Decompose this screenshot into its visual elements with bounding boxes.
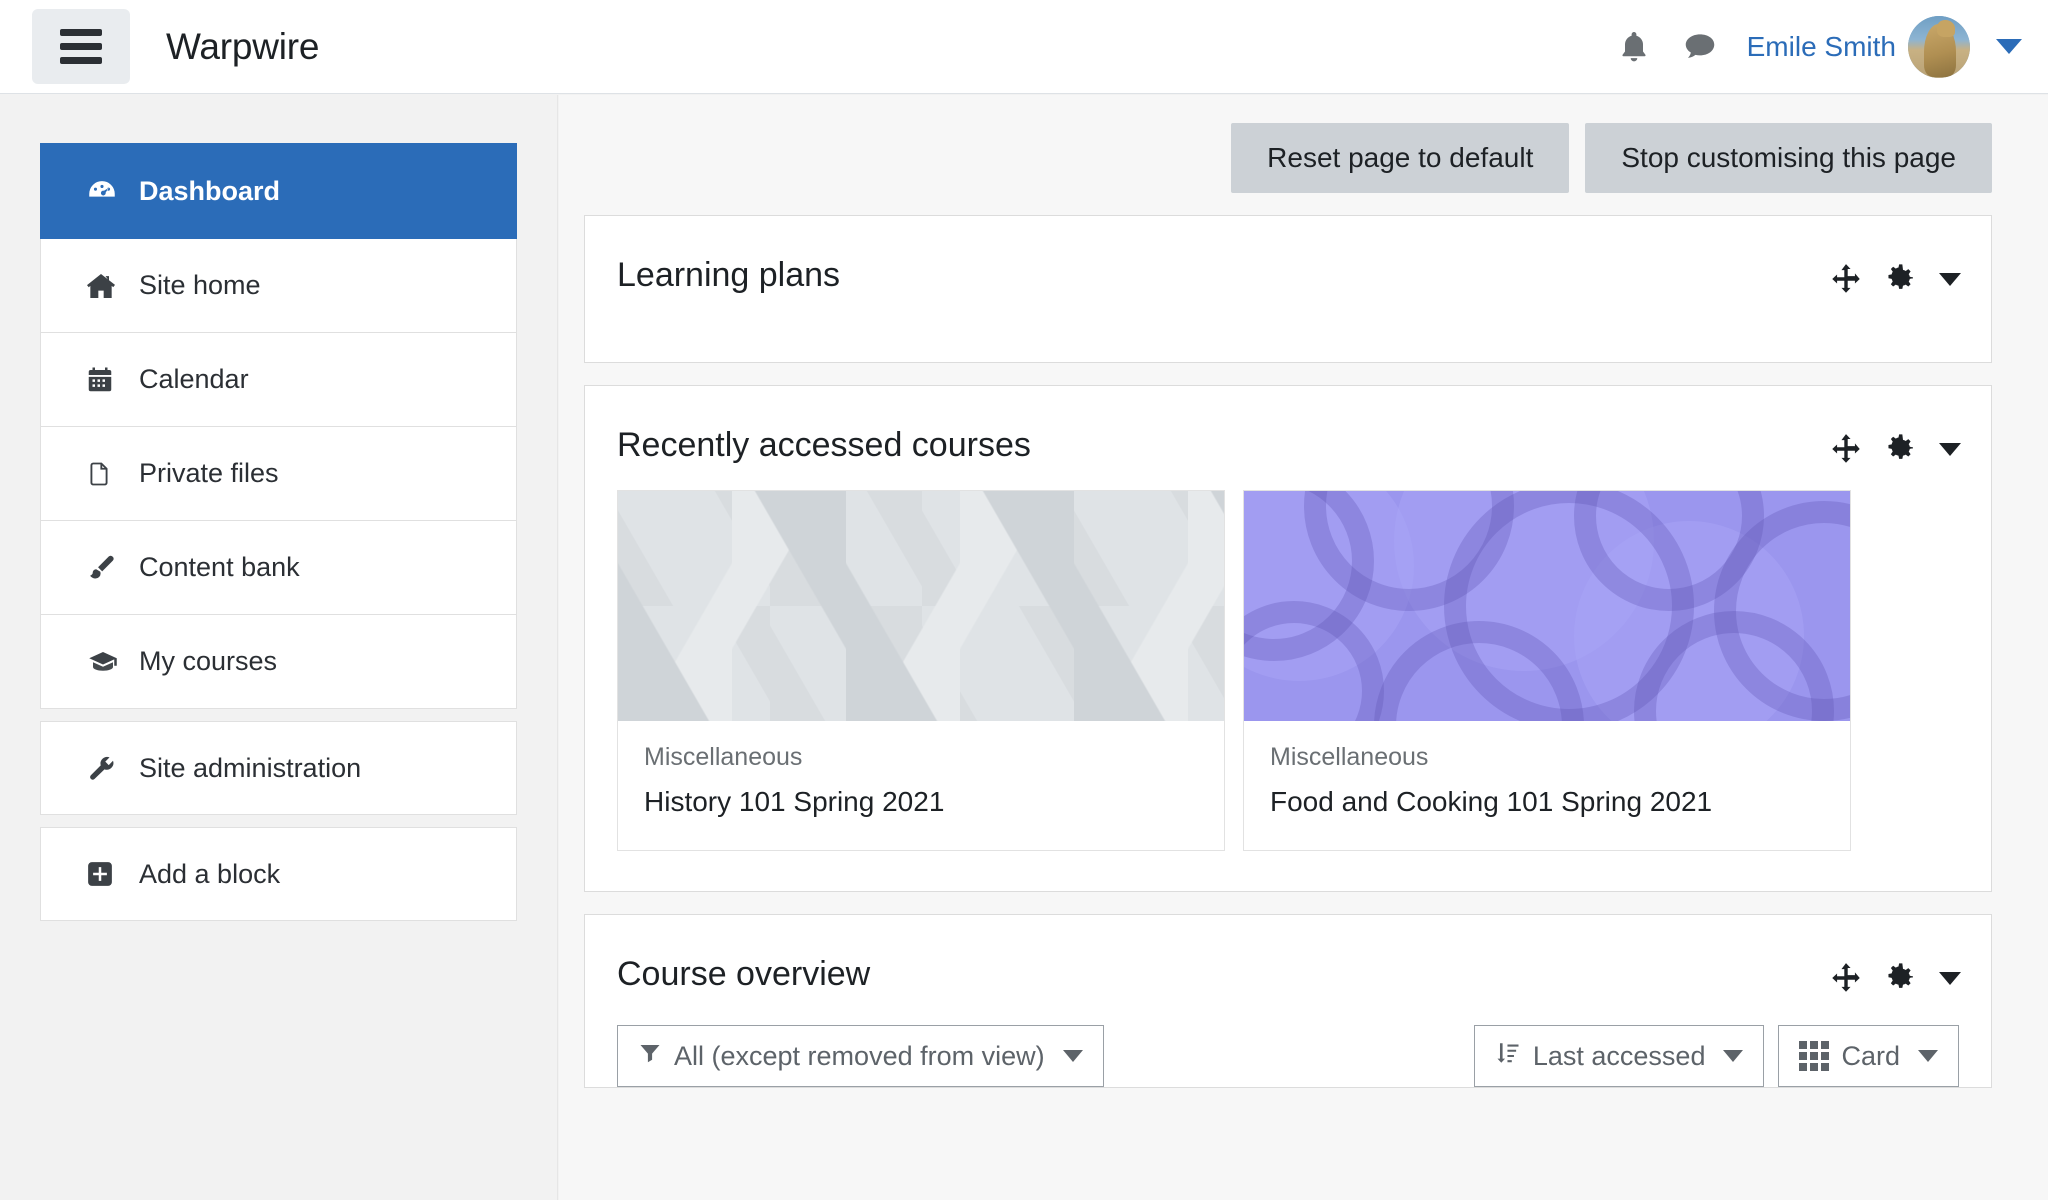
sidebar-item-add-a-block[interactable]: Add a block	[40, 827, 517, 921]
course-category: Miscellaneous	[1270, 743, 1824, 772]
page-customise-actions: Reset page to default Stop customising t…	[559, 95, 2048, 193]
navbar-right: Emile Smith	[1601, 14, 2048, 80]
paint-brush-icon	[85, 552, 129, 584]
sidebar-item-label: Content bank	[139, 552, 300, 583]
course-filter-label: All (except removed from view)	[674, 1041, 1045, 1072]
sidebar-item-private-files[interactable]: Private files	[40, 427, 517, 521]
calendar-icon	[85, 364, 129, 396]
sidebar-item-site-administration[interactable]: Site administration	[40, 721, 517, 815]
sidebar-item-site-home[interactable]: Site home	[40, 239, 517, 333]
block-controls	[1829, 955, 1961, 995]
hamburger-bar	[60, 57, 102, 64]
sidebar-item-calendar[interactable]: Calendar	[40, 333, 517, 427]
filter-funnel-icon	[638, 1040, 662, 1073]
chevron-down-icon	[1918, 1050, 1938, 1062]
file-icon	[85, 457, 129, 491]
dashboard-gauge-icon	[85, 174, 129, 208]
course-card-body: Miscellaneous Food and Cooking 101 Sprin…	[1244, 721, 1850, 850]
sidebar-item-label: Private files	[139, 458, 279, 489]
sidebar-item-label: Calendar	[139, 364, 249, 395]
grid-icon	[1799, 1041, 1829, 1071]
course-card-body: Miscellaneous History 101 Spring 2021	[618, 721, 1224, 850]
course-image-grey-triangles	[618, 491, 1224, 721]
wrench-icon	[85, 752, 129, 784]
block-course-overview: Course overview	[584, 914, 1992, 1088]
chevron-down-icon	[1723, 1050, 1743, 1062]
avatar[interactable]	[1908, 16, 1970, 78]
block-title: Recently accessed courses	[617, 426, 1031, 465]
course-sort-label: Last accessed	[1533, 1041, 1706, 1072]
sort-amount-down-icon	[1495, 1039, 1521, 1074]
block-header: Learning plans	[585, 216, 1991, 296]
sidebar-item-my-courses[interactable]: My courses	[40, 615, 517, 709]
move-arrows-icon[interactable]	[1829, 262, 1863, 296]
move-arrows-icon[interactable]	[1829, 961, 1863, 995]
chevron-down-icon[interactable]	[1939, 972, 1961, 985]
course-overview-controls: All (except removed from view) Last acce…	[585, 995, 1991, 1087]
block-title: Learning plans	[617, 256, 840, 295]
chevron-down-icon[interactable]	[1996, 39, 2022, 54]
message-bubble-icon[interactable]	[1667, 14, 1733, 80]
course-card-list: Miscellaneous History 101 Spring 2021	[585, 466, 1991, 891]
gear-icon[interactable]	[1885, 962, 1917, 994]
course-filter-dropdown[interactable]: All (except removed from view)	[617, 1025, 1104, 1087]
main-content: Reset page to default Stop customising t…	[559, 95, 2048, 1200]
sidebar-item-label: Add a block	[139, 859, 280, 890]
home-icon	[85, 270, 129, 302]
course-sort-dropdown[interactable]: Last accessed	[1474, 1025, 1765, 1087]
block-learning-plans: Learning plans	[584, 215, 1992, 363]
hamburger-bar	[60, 43, 102, 50]
gear-icon[interactable]	[1885, 433, 1917, 465]
plus-square-icon	[85, 859, 129, 889]
course-view-label: Card	[1841, 1041, 1900, 1072]
move-arrows-icon[interactable]	[1829, 432, 1863, 466]
sidebar-nav-list: Dashboard Site home Calendar	[40, 143, 517, 921]
bell-icon[interactable]	[1601, 14, 1667, 80]
course-name[interactable]: History 101 Spring 2021	[644, 786, 1198, 818]
hamburger-icon[interactable]	[32, 9, 130, 84]
block-recently-accessed-courses: Recently accessed courses	[584, 385, 1992, 892]
course-view-dropdown[interactable]: Card	[1778, 1025, 1959, 1087]
chevron-down-icon[interactable]	[1939, 443, 1961, 456]
block-controls	[1829, 426, 1961, 466]
sidebar-item-label: Site home	[139, 270, 261, 301]
gear-icon[interactable]	[1885, 263, 1917, 295]
course-category: Miscellaneous	[644, 743, 1198, 772]
graduation-cap-icon	[85, 647, 129, 677]
reset-page-to-default-button[interactable]: Reset page to default	[1231, 123, 1569, 193]
sidebar-item-label: Dashboard	[139, 176, 280, 207]
avatar-animal-head	[1937, 20, 1956, 36]
course-image-purple-circles	[1244, 491, 1850, 721]
block-title: Course overview	[617, 955, 870, 994]
chevron-down-icon	[1063, 1050, 1083, 1062]
sidebar-item-content-bank[interactable]: Content bank	[40, 521, 517, 615]
course-overview-right-controls: Last accessed Card	[1474, 1025, 1959, 1087]
site-brand[interactable]: Warpwire	[166, 26, 319, 68]
user-name-link[interactable]: Emile Smith	[1747, 31, 1896, 63]
sidebar-item-dashboard[interactable]: Dashboard	[40, 143, 517, 239]
top-navbar: Warpwire Emile Smith	[0, 0, 2048, 94]
course-name[interactable]: Food and Cooking 101 Spring 2021	[1270, 786, 1824, 818]
sidebar-drawer: Dashboard Site home Calendar	[0, 95, 558, 1200]
stop-customising-this-page-button[interactable]: Stop customising this page	[1585, 123, 1992, 193]
hamburger-bar	[60, 29, 102, 36]
sidebar-item-label: Site administration	[139, 753, 361, 784]
sidebar-item-label: My courses	[139, 646, 277, 677]
block-controls	[1829, 256, 1961, 296]
course-card[interactable]: Miscellaneous History 101 Spring 2021	[617, 490, 1225, 851]
chevron-down-icon[interactable]	[1939, 273, 1961, 286]
block-header: Course overview	[585, 915, 1991, 995]
block-header: Recently accessed courses	[585, 386, 1991, 466]
course-card[interactable]: Miscellaneous Food and Cooking 101 Sprin…	[1243, 490, 1851, 851]
